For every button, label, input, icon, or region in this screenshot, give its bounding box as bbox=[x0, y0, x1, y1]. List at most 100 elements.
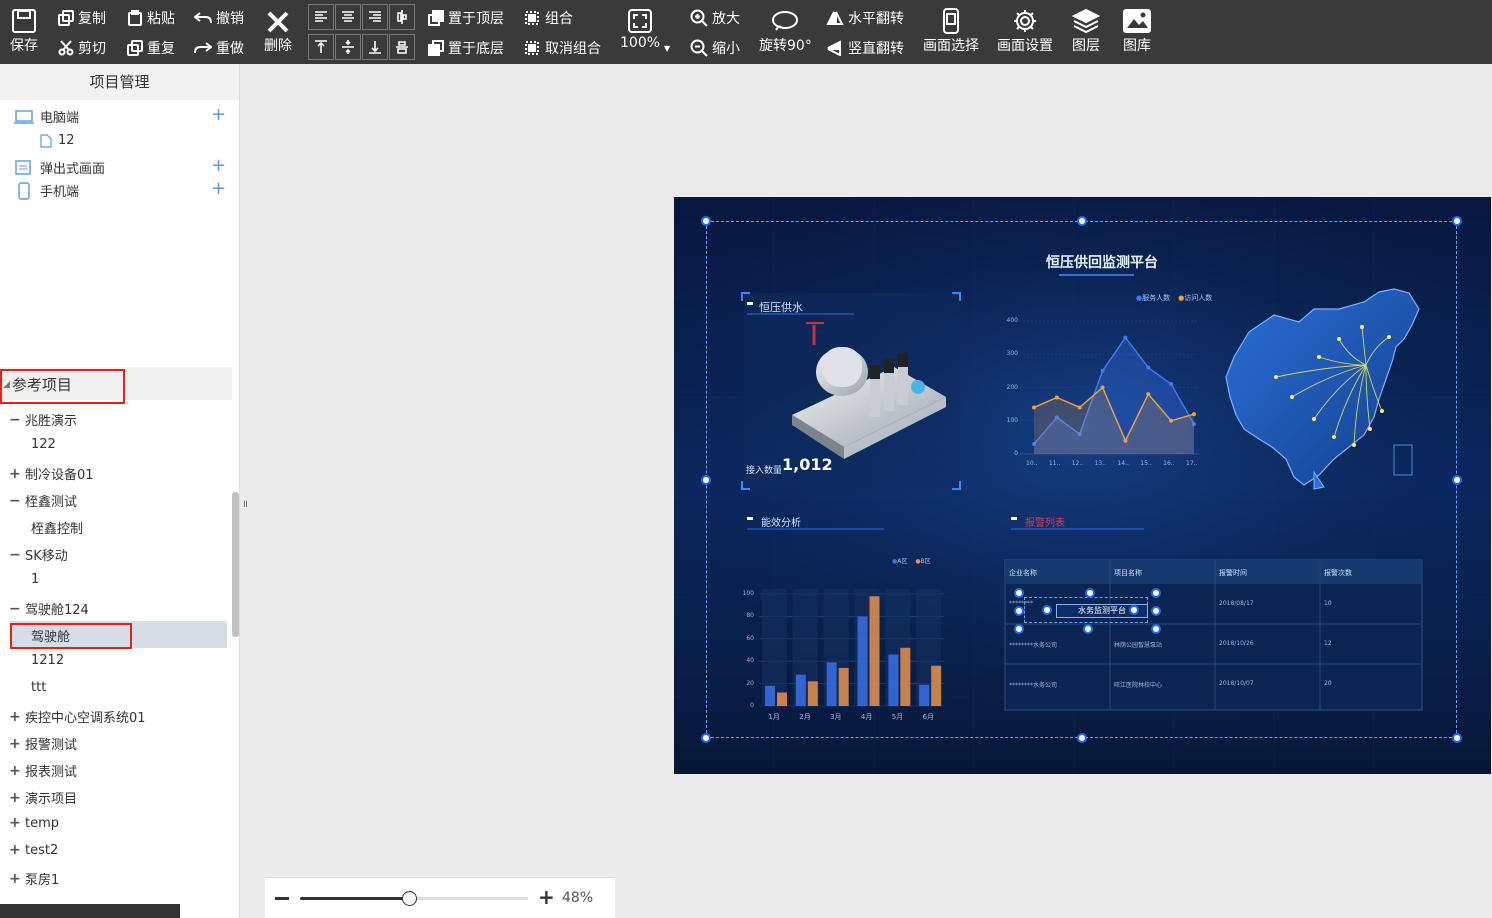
reference-tree-item[interactable]: 1212 bbox=[31, 653, 64, 668]
reference-tree-item[interactable]: − 桎鑫测试 bbox=[9, 491, 77, 511]
scissors-icon bbox=[58, 40, 74, 56]
bottom-panel-tab[interactable] bbox=[0, 904, 180, 918]
project-tree-item[interactable]: 弹出式画面 bbox=[14, 158, 105, 177]
selection-box[interactable] bbox=[706, 221, 1457, 738]
reference-tree-item[interactable]: − 兆胜演示 bbox=[9, 410, 77, 430]
align-left-button[interactable] bbox=[308, 4, 334, 30]
redo-button[interactable]: 重做 bbox=[194, 38, 244, 58]
distribute-button[interactable] bbox=[389, 34, 415, 60]
resize-handle[interactable] bbox=[1014, 624, 1024, 634]
reference-tree-item[interactable]: + 制冷设备01 bbox=[9, 464, 94, 484]
resize-handle[interactable] bbox=[1452, 475, 1462, 485]
gallery-button[interactable]: 图库 bbox=[1122, 8, 1152, 55]
resize-handle[interactable] bbox=[1077, 216, 1087, 226]
resize-handle[interactable] bbox=[1014, 588, 1024, 598]
align-bottom-button[interactable] bbox=[362, 34, 388, 60]
project-tree-item[interactable]: 12 bbox=[40, 133, 75, 148]
align-hcenter-button[interactable] bbox=[389, 4, 415, 30]
reference-tree-item[interactable]: − 驾驶舱124 bbox=[9, 599, 89, 619]
reference-tree-item[interactable]: ttt bbox=[31, 680, 46, 695]
resize-handle[interactable] bbox=[1151, 588, 1161, 598]
align-left-icon bbox=[315, 11, 327, 22]
expand-icon[interactable]: + bbox=[9, 871, 21, 887]
repeat-button[interactable]: 重复 bbox=[127, 38, 175, 58]
resize-handle[interactable] bbox=[1129, 605, 1139, 615]
reference-tree-item[interactable]: 122 bbox=[31, 437, 56, 452]
reference-tree-item[interactable]: + 报警测试 bbox=[9, 734, 77, 754]
zoom-minus-icon[interactable] bbox=[275, 897, 289, 900]
expand-icon[interactable]: + bbox=[9, 763, 21, 779]
paste-button[interactable]: 粘贴 bbox=[127, 8, 175, 28]
reference-tree-item[interactable]: + 报表测试 bbox=[9, 761, 77, 781]
resize-handle-icon[interactable]: ॥ bbox=[242, 496, 248, 510]
scrollbar-thumb[interactable] bbox=[232, 492, 239, 637]
collapse-icon[interactable]: − bbox=[9, 601, 21, 617]
resize-handle[interactable] bbox=[701, 216, 711, 226]
flip-vertical-button[interactable]: 竖直翻转 bbox=[826, 38, 904, 58]
reference-tree-item[interactable]: + 疾控中心空调系统01 bbox=[9, 707, 146, 727]
resize-handle[interactable] bbox=[1151, 624, 1161, 634]
add-icon[interactable]: + bbox=[211, 157, 226, 175]
resize-handle[interactable] bbox=[1042, 605, 1052, 615]
cut-button[interactable]: 剪切 bbox=[58, 38, 106, 58]
align-middle-button[interactable] bbox=[335, 34, 361, 60]
resize-handle[interactable] bbox=[1151, 606, 1161, 616]
collapse-icon[interactable]: − bbox=[9, 547, 21, 563]
resize-handle[interactable] bbox=[1452, 216, 1462, 226]
flip-horizontal-button[interactable]: 水平翻转 bbox=[826, 8, 904, 28]
align-center-button[interactable] bbox=[335, 4, 361, 30]
expand-icon[interactable]: + bbox=[9, 790, 21, 806]
zoom-in-button[interactable]: 放大 bbox=[690, 8, 740, 28]
screen-settings-button[interactable]: 画面设置 bbox=[997, 8, 1053, 55]
reference-tree-item[interactable]: − SK移动 bbox=[9, 545, 68, 565]
reference-tree-item[interactable]: 驾驶舱 bbox=[31, 626, 70, 645]
resize-handle[interactable] bbox=[1452, 733, 1462, 743]
ungroup-button[interactable]: 取消组合 bbox=[523, 38, 601, 58]
expand-icon[interactable]: + bbox=[9, 709, 21, 725]
layers-button[interactable]: 图层 bbox=[1072, 8, 1100, 55]
copy-button[interactable]: 复制 bbox=[58, 8, 106, 28]
caret-down-icon[interactable]: ▼ bbox=[664, 44, 670, 53]
reference-tree-item[interactable]: 桎鑫控制 bbox=[31, 518, 83, 537]
reference-tree-item[interactable]: 1 bbox=[31, 572, 39, 587]
reference-tree-item[interactable]: + 演示项目 bbox=[9, 788, 77, 808]
resize-handle[interactable] bbox=[1014, 606, 1024, 616]
delete-button[interactable]: 删除 bbox=[264, 10, 292, 55]
collapse-icon[interactable]: − bbox=[9, 493, 21, 509]
screen-select-button[interactable]: 画面选择 bbox=[923, 8, 979, 55]
send-back-button[interactable]: 置于底层 bbox=[428, 38, 504, 58]
zoom-out-button[interactable]: 缩小 bbox=[690, 38, 740, 58]
expand-icon[interactable]: + bbox=[9, 815, 21, 831]
resize-handle[interactable] bbox=[1083, 624, 1093, 634]
project-tree-item[interactable]: 电脑端 bbox=[14, 107, 79, 126]
rotate-button[interactable]: 旋转90° bbox=[759, 8, 812, 55]
zoom-percent: 48% bbox=[562, 890, 594, 906]
reference-tree-item[interactable]: + test2 bbox=[9, 842, 58, 858]
align-middle-icon bbox=[342, 40, 354, 54]
expand-icon[interactable]: + bbox=[9, 466, 21, 482]
align-right-button[interactable] bbox=[362, 4, 388, 30]
save-button[interactable]: 保存 bbox=[10, 8, 38, 55]
collapse-icon[interactable]: − bbox=[9, 412, 21, 428]
expand-icon[interactable]: + bbox=[9, 842, 21, 858]
zoom-level-dropdown[interactable]: 100% bbox=[620, 8, 660, 51]
project-tree-item[interactable]: 手机端 bbox=[14, 181, 79, 200]
design-canvas[interactable]: 恒压供回监测平台 恒压供水 接入数量 1,012 ●服务人数 ●访问人数 400… bbox=[674, 197, 1491, 774]
rotate-icon bbox=[772, 11, 799, 31]
flip-horizontal-icon bbox=[826, 11, 844, 25]
add-icon[interactable]: + bbox=[211, 180, 226, 198]
bring-front-button[interactable]: 置于顶层 bbox=[428, 8, 504, 28]
resize-handle[interactable] bbox=[1085, 588, 1095, 598]
resize-handle[interactable] bbox=[701, 475, 711, 485]
reference-tree-item[interactable]: + temp bbox=[9, 815, 59, 831]
group-button[interactable]: 组合 bbox=[523, 8, 573, 28]
add-icon[interactable]: + bbox=[211, 106, 226, 124]
expand-icon[interactable]: + bbox=[9, 736, 21, 752]
resize-handle[interactable] bbox=[701, 733, 711, 743]
undo-button[interactable]: 撤销 bbox=[194, 8, 244, 28]
resize-handle[interactable] bbox=[1077, 733, 1087, 743]
reference-tree-item[interactable]: + 泵房1 bbox=[9, 869, 59, 889]
align-top-button[interactable] bbox=[308, 34, 334, 60]
zoom-plus-icon[interactable]: + bbox=[538, 887, 555, 907]
zoom-slider-thumb[interactable] bbox=[402, 891, 418, 906]
